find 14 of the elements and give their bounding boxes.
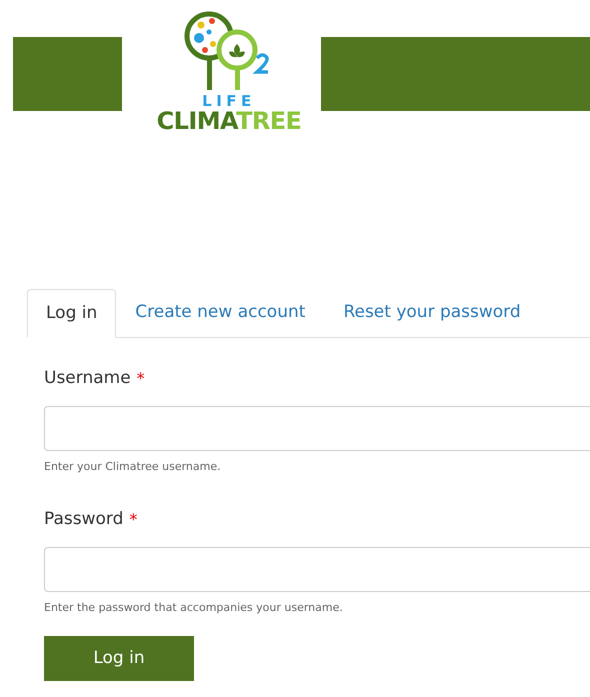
text-field[interactable]: [44, 546, 590, 592]
field-label: Password: [44, 508, 124, 531]
tab[interactable]: Create new account: [116, 289, 324, 337]
login-button[interactable]: Log in: [44, 636, 194, 681]
logo-title: CLIMATREE: [156, 109, 302, 133]
tab[interactable]: Log in: [27, 289, 116, 338]
required-mark: *: [129, 508, 138, 531]
help-text: Enter your Climatree username.: [44, 458, 222, 474]
tab[interactable]: Reset your password: [324, 289, 540, 337]
logo-subtitle: LIFE: [202, 94, 256, 109]
field-label: Username: [44, 367, 131, 390]
help-text: Enter the password that accompanies your username.: [44, 600, 344, 616]
text-field[interactable]: [44, 406, 590, 450]
required-mark: *: [136, 368, 145, 390]
